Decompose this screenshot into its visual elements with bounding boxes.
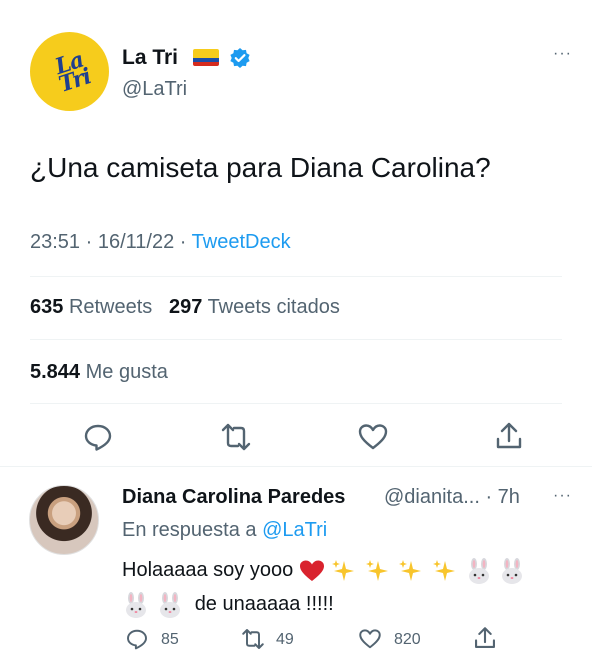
tweet-metadata: 23:51 · 16/11/22 · TweetDeck	[30, 229, 291, 255]
reply-text: de unaaaaa !!!!!	[194, 593, 334, 615]
reply-more-options-button[interactable]: ···	[553, 487, 572, 505]
retweets-stat[interactable]: 635 Retweets	[30, 296, 152, 318]
quotes-count: 297	[168, 296, 203, 318]
tweet-source-link[interactable]: TweetDeck	[192, 231, 291, 253]
sparkles-emoji-icon	[399, 559, 422, 581]
retweets-label: Retweets	[68, 296, 153, 318]
retweets-count: 635	[30, 296, 64, 318]
retweet-icon[interactable]	[240, 627, 266, 651]
engagement-stats: 635 Retweets 297 Tweets citados	[30, 294, 340, 320]
divider	[0, 466, 592, 467]
avatar[interactable]: La Tri	[30, 32, 109, 111]
verified-badge-icon	[230, 48, 250, 68]
reply-text-line-2: de unaaaaa !!!!!	[122, 590, 334, 619]
tweet-time[interactable]: 23:51	[30, 231, 80, 253]
heart-emoji-icon	[299, 560, 324, 581]
more-options-button[interactable]: ···	[553, 45, 572, 63]
tweet-date[interactable]: 16/11/22	[98, 231, 174, 253]
reply-handle-and-time[interactable]: @dianita... · 7h	[384, 484, 520, 510]
author-handle[interactable]: @LaTri	[122, 76, 187, 102]
sparkles-emoji-icon	[433, 559, 456, 581]
in-reply-to: En respuesta a @LaTri	[122, 517, 327, 543]
in-reply-prefix: En respuesta a	[122, 519, 257, 541]
share-icon[interactable]	[493, 420, 525, 452]
ecuador-flag-icon	[193, 49, 219, 66]
reply-icon[interactable]	[125, 627, 149, 651]
tweet-text: ¿Una camiseta para Diana Carolina?	[30, 152, 491, 183]
reply-avatar[interactable]	[29, 485, 99, 555]
quotes-label: Tweets citados	[207, 296, 340, 318]
divider	[30, 276, 562, 277]
rabbit-emoji-icon	[502, 557, 523, 584]
like-icon[interactable]	[357, 627, 383, 651]
retweet-icon[interactable]	[220, 421, 252, 453]
like-count: 820	[394, 631, 421, 648]
sparkles-emoji-icon	[332, 559, 355, 581]
like-icon[interactable]	[357, 421, 389, 453]
likes-label: Me gusta	[85, 361, 168, 383]
likes-stat[interactable]: 5.844 Me gusta	[30, 359, 168, 385]
meta-separator: ·	[85, 231, 98, 253]
author-display-name[interactable]: La Tri	[122, 45, 178, 71]
rabbit-emoji-icon	[126, 591, 146, 618]
quotes-stat[interactable]: 297 Tweets citados	[169, 296, 340, 318]
avatar-logo-text: La Tri	[52, 46, 94, 98]
rabbit-emoji-icon	[159, 591, 180, 618]
reply-count: 85	[161, 631, 179, 648]
meta-separator: ·	[179, 231, 192, 253]
likes-count: 5.844	[30, 361, 81, 383]
reply-author-name[interactable]: Diana Carolina Paredes	[122, 484, 345, 510]
reply-text: Holaaaaa soy yooo	[122, 559, 294, 581]
share-icon[interactable]	[472, 625, 498, 651]
reply-icon[interactable]	[82, 421, 114, 453]
in-reply-mention-link[interactable]: @LaTri	[262, 519, 327, 541]
retweet-count: 49	[276, 631, 294, 648]
reply-text-line-1: Holaaaaa soy yooo	[122, 556, 526, 585]
rabbit-emoji-icon	[468, 557, 489, 584]
sparkles-emoji-icon	[365, 559, 388, 581]
divider	[30, 339, 562, 340]
divider	[30, 403, 562, 404]
